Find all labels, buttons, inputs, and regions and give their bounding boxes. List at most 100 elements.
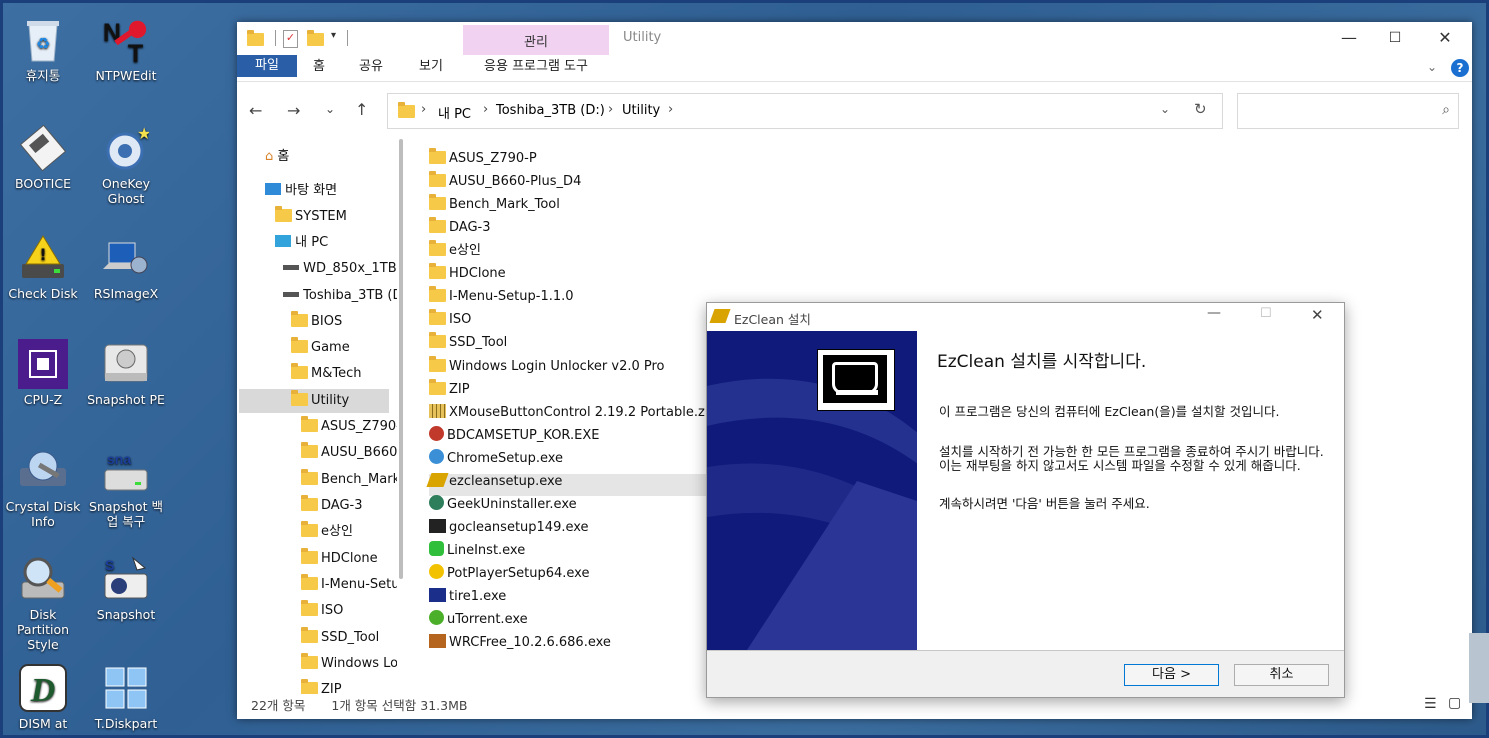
nav-item-sub[interactable]: AUSU_B660-Plus_D4 [301, 441, 397, 465]
tab-file[interactable]: 파일 [237, 55, 297, 77]
nav-item-sub[interactable]: ASUS_Z790-P [301, 415, 397, 439]
desktop-icon-bootice[interactable]: BOOTICE [3, 123, 83, 191]
expand-ribbon-icon[interactable]: ⌄ [1427, 60, 1437, 74]
nav-item-my-pc[interactable]: 내 PC [275, 231, 328, 255]
nav-item-desktop[interactable]: 바탕 화면 [265, 179, 337, 203]
breadcrumb-chevron-icon[interactable]: › [608, 102, 613, 117]
breadcrumb-chevron-icon[interactable]: › [483, 102, 488, 117]
list-item[interactable]: uTorrent.exe [429, 609, 528, 631]
list-item[interactable]: DAG-3 [429, 217, 490, 239]
nav-item-sub[interactable]: I-Menu-Setup-1.1.0 [301, 573, 397, 597]
list-item[interactable]: gocleansetup149.exe [429, 517, 589, 539]
nav-item-sub[interactable]: DAG-3 [301, 494, 362, 518]
nav-item-sub[interactable]: e상인 [301, 520, 353, 544]
nav-item-system[interactable]: SYSTEM [275, 205, 347, 229]
nav-item-home[interactable]: ⌂ 홈 [265, 145, 289, 169]
up-icon[interactable]: ↑ [355, 100, 368, 119]
customize-toolbar-icon[interactable]: ▾ [331, 30, 336, 41]
list-item[interactable]: SSD_Tool [429, 332, 507, 354]
search-input[interactable]: ⌕ [1237, 93, 1459, 129]
nav-item-sub[interactable]: HDClone [301, 547, 378, 571]
back-icon[interactable]: ← [249, 101, 262, 120]
breadcrumb-chevron-icon[interactable]: › [421, 102, 426, 117]
nav-item-game[interactable]: Game [291, 336, 350, 360]
cancel-button[interactable]: 취소 [1234, 664, 1329, 686]
list-item[interactable]: AUSU_B660-Plus_D4 [429, 171, 581, 193]
list-item[interactable]: ezcleansetup.exe [426, 471, 562, 493]
title-bar[interactable]: ✓ ▾ 관리 Utility — ☐ ✕ [237, 22, 1472, 55]
address-dropdown-icon[interactable]: ⌄ [1160, 102, 1170, 116]
list-item[interactable]: I-Menu-Setup-1.1.0 [429, 286, 574, 308]
nav-item-sub[interactable]: ISO [301, 599, 343, 623]
list-item[interactable]: ISO [429, 309, 471, 331]
nav-item-utility[interactable]: Utility [291, 389, 349, 413]
desktop-icon-crystal-disk-info[interactable]: Crystal Disk Info [3, 446, 83, 529]
list-item[interactable]: Windows Login Unlocker v2.0 Pro [429, 356, 665, 378]
folder-icon [429, 356, 446, 372]
desktop-icon-snapshot-backup[interactable]: sna Snapshot 백업 복구 [86, 446, 166, 529]
nav-item-sub[interactable]: Windows Login Unlocker v2.0 Pro [301, 652, 397, 676]
desktop-icon-snapshot[interactable]: S Snapshot [86, 554, 166, 622]
breadcrumb-item-my-pc[interactable]: 내 PC [438, 103, 471, 122]
desktop-icon-snapshot-pe[interactable]: Snapshot PE [86, 339, 166, 407]
properties-icon[interactable]: ✓ [283, 30, 298, 48]
nav-scrollbar[interactable] [399, 139, 403, 579]
list-item[interactable]: GeekUninstaller.exe [429, 494, 577, 516]
list-item[interactable]: e상인 [429, 240, 481, 262]
tab-app-tools[interactable]: 응용 프로그램 도구 [463, 55, 609, 81]
list-item[interactable]: BDCAMSETUP_KOR.EXE [429, 425, 599, 447]
dialog-minimize-button[interactable]: — [1207, 305, 1221, 321]
desktop-icon-check-disk[interactable]: ! Check Disk [3, 233, 83, 301]
nav-item-mtech[interactable]: M&Tech [291, 362, 361, 386]
tab-share[interactable]: 공유 [349, 55, 393, 81]
recent-locations-icon[interactable]: ⌄ [325, 102, 335, 116]
dialog-maximize-button[interactable]: ☐ [1260, 306, 1272, 321]
nav-item-sub[interactable]: SSD_Tool [301, 626, 379, 650]
tab-home[interactable]: 홈 [299, 55, 339, 81]
address-bar[interactable]: › 내 PC › Toshiba_3TB (D:) › Utility › ⌄ … [387, 93, 1223, 129]
desktop-icon-onekey-ghost[interactable]: ★ OneKey Ghost [86, 123, 166, 206]
desktop-icon-recycle-bin[interactable]: ♻ 휴지통 [3, 15, 83, 83]
nav-item-sub[interactable]: Bench_Mark_Tool [301, 468, 397, 492]
list-item[interactable]: XMouseButtonControl 2.19.2 Portable.zip [429, 402, 717, 424]
new-folder-icon[interactable] [307, 30, 324, 46]
breadcrumb-item-utility[interactable]: Utility [622, 103, 660, 118]
folder-icon [301, 574, 318, 590]
list-item[interactable]: Bench_Mark_Tool [429, 194, 560, 216]
windows-icon [101, 663, 151, 713]
tab-view[interactable]: 보기 [409, 55, 453, 81]
list-item[interactable]: ASUS_Z790-P [429, 148, 537, 170]
minimize-button[interactable]: — [1329, 24, 1369, 52]
refresh-icon[interactable]: ↻ [1194, 100, 1207, 118]
folder-icon[interactable] [247, 30, 264, 46]
list-item[interactable]: WRCFree_10.2.6.686.exe [429, 632, 611, 654]
list-item[interactable]: ZIP [429, 379, 470, 401]
help-icon[interactable]: ? [1451, 59, 1469, 77]
breadcrumb-item-drive[interactable]: Toshiba_3TB (D:) [496, 103, 605, 118]
list-item[interactable]: ChromeSetup.exe [429, 448, 563, 470]
desktop-icon-cpu-z[interactable]: CPU-Z [3, 339, 83, 407]
desktop-icon-t-diskpart[interactable]: T.Diskpart [86, 663, 166, 731]
desktop-icon-disk-partition-style[interactable]: Disk Partition Style [3, 554, 83, 652]
address-row: ← → ⌄ ↑ › 내 PC › Toshiba_3TB (D:) › Util… [237, 82, 1472, 134]
list-item[interactable]: tire1.exe [429, 586, 506, 608]
nav-item-bios[interactable]: BIOS [291, 310, 342, 334]
list-item[interactable]: LineInst.exe [429, 540, 525, 562]
large-icons-view-icon[interactable]: ▢ [1448, 695, 1461, 711]
close-button[interactable]: ✕ [1425, 24, 1465, 52]
nav-item-wd-drive[interactable]: WD_850x_1TB [283, 257, 397, 281]
maximize-button[interactable]: ☐ [1375, 24, 1415, 52]
nav-item-sub[interactable]: ZIP [301, 678, 342, 694]
nav-item-toshiba-drive[interactable]: Toshiba_3TB (D:) [283, 284, 397, 308]
forward-icon[interactable]: → [287, 101, 300, 120]
details-view-icon[interactable]: ☰ [1424, 696, 1437, 712]
next-button[interactable]: 다음 > [1124, 664, 1219, 686]
desktop-icon-ntpwedit[interactable]: NT NTPWEdit [86, 15, 166, 83]
breadcrumb-chevron-icon[interactable]: › [668, 102, 673, 117]
list-item[interactable]: PotPlayerSetup64.exe [429, 563, 589, 585]
desktop-icon-rsimagex[interactable]: RSImageX [86, 233, 166, 301]
list-item[interactable]: HDClone [429, 263, 506, 285]
dialog-close-button[interactable]: ✕ [1311, 306, 1324, 324]
desktop-icon-dism[interactable]: D DISM at [3, 663, 83, 731]
dialog-title-bar[interactable]: EzClean 설치 — ☐ ✕ [707, 303, 1344, 331]
